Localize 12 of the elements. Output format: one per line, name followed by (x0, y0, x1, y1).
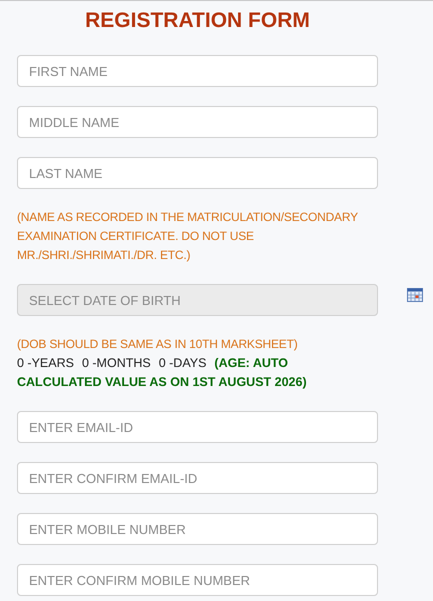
age-line: 0 -YEARS 0 -MONTHS 0 -DAYS (AGE: AUTO CALCULATED VALUE AS ON 1ST AUGUST 2026) (17, 355, 308, 391)
text-field[interactable]: FIRST NAME (17, 55, 378, 87)
text-field[interactable]: ENTER CONFIRM EMAIL-ID (17, 462, 378, 494)
dob-note: (DOB SHOULD BE SAME AS IN 10TH MARKSHEET) (17, 336, 299, 353)
text-field[interactable]: ENTER MOBILE NUMBER (17, 513, 378, 545)
form-title: REGISTRATION FORM (84, 8, 311, 34)
text-field[interactable]: MIDDLE NAME (17, 106, 378, 138)
text-field[interactable]: ENTER CONFIRM MOBILE NUMBER (17, 564, 378, 596)
text-field[interactable]: LAST NAME (17, 157, 378, 189)
text-field[interactable]: ENTER EMAIL-ID (17, 411, 378, 443)
name-note: (NAME AS RECORDED IN THE MATRICULATION/SECONDARY EXAMINATION CERTIFICATE. DO NOT USE MR./SHRI./SHRIMATI./DR. ETC.) (17, 209, 359, 264)
calendar-icon[interactable] (407, 288, 423, 302)
